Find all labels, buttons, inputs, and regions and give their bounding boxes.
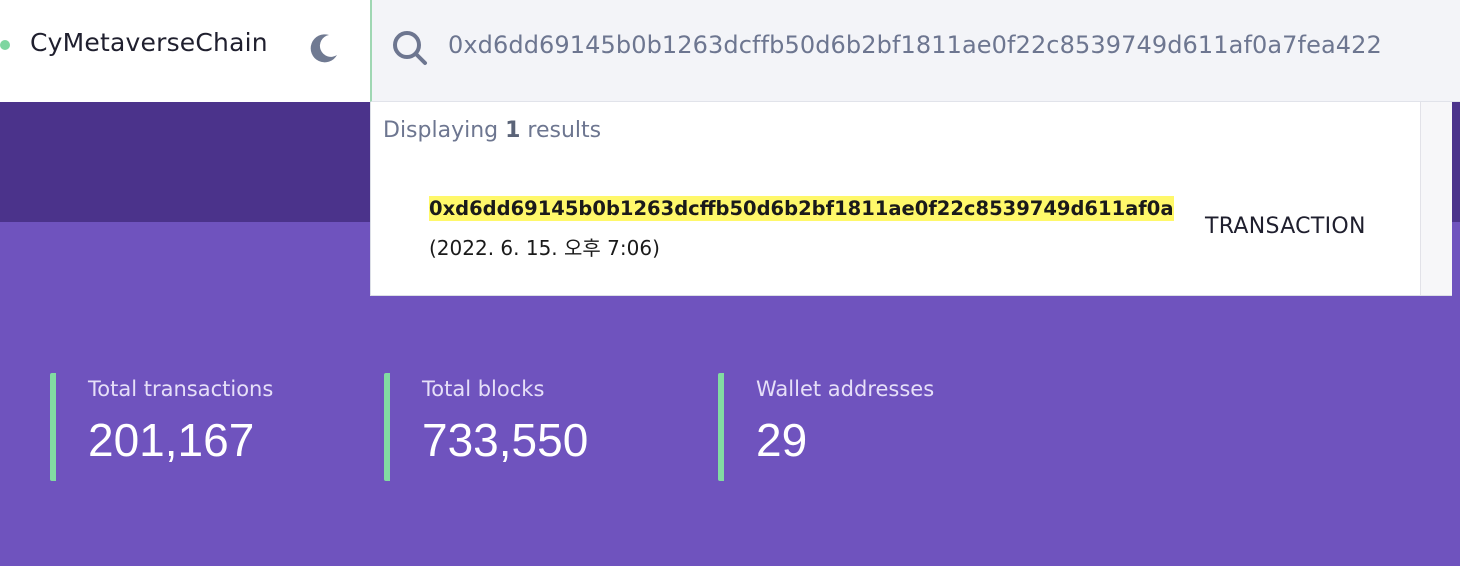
theme-toggle-button[interactable]	[302, 26, 346, 70]
stat-value: 201,167	[88, 414, 255, 466]
stat-value: 29	[756, 414, 808, 466]
network-status-dot	[0, 40, 10, 50]
stat-label: Total transactions	[88, 377, 274, 401]
result-hash: 0xd6dd69145b0b1263dcffb50d6b2bf1811ae0f2…	[429, 196, 1174, 221]
network-name[interactable]: CyMetaverseChain	[30, 28, 268, 57]
moon-icon	[310, 34, 337, 63]
result-type-label: TRANSACTION	[1205, 214, 1366, 239]
search-results-dropdown: Displaying 1 results 0xd6dd69145b0b1263d…	[370, 102, 1452, 296]
results-suffix: results	[520, 118, 602, 143]
search-result-item[interactable]: 0xd6dd69145b0b1263dcffb50d6b2bf1811ae0f2…	[427, 192, 1407, 272]
stat-total-blocks: Total blocks 733,550	[384, 373, 588, 481]
stat-label: Wallet addresses	[756, 377, 935, 401]
stat-total-transactions: Total transactions 201,167	[50, 373, 273, 481]
network-bar: CyMetaverseChain	[0, 0, 370, 102]
results-count: 1	[505, 118, 521, 143]
search-bar	[370, 0, 1460, 102]
result-timestamp: (2022. 6. 15. 오후 7:06)	[429, 236, 660, 260]
results-prefix: Displaying	[383, 118, 506, 143]
search-input[interactable]	[448, 22, 1458, 68]
stat-label: Total blocks	[422, 377, 545, 401]
results-count-text: Displaying 1 results	[383, 118, 601, 143]
dropdown-scrollbar[interactable]	[1420, 102, 1452, 295]
search-icon[interactable]	[390, 28, 430, 68]
stat-value: 733,550	[422, 414, 589, 466]
stat-wallet-addresses: Wallet addresses 29	[718, 373, 934, 481]
